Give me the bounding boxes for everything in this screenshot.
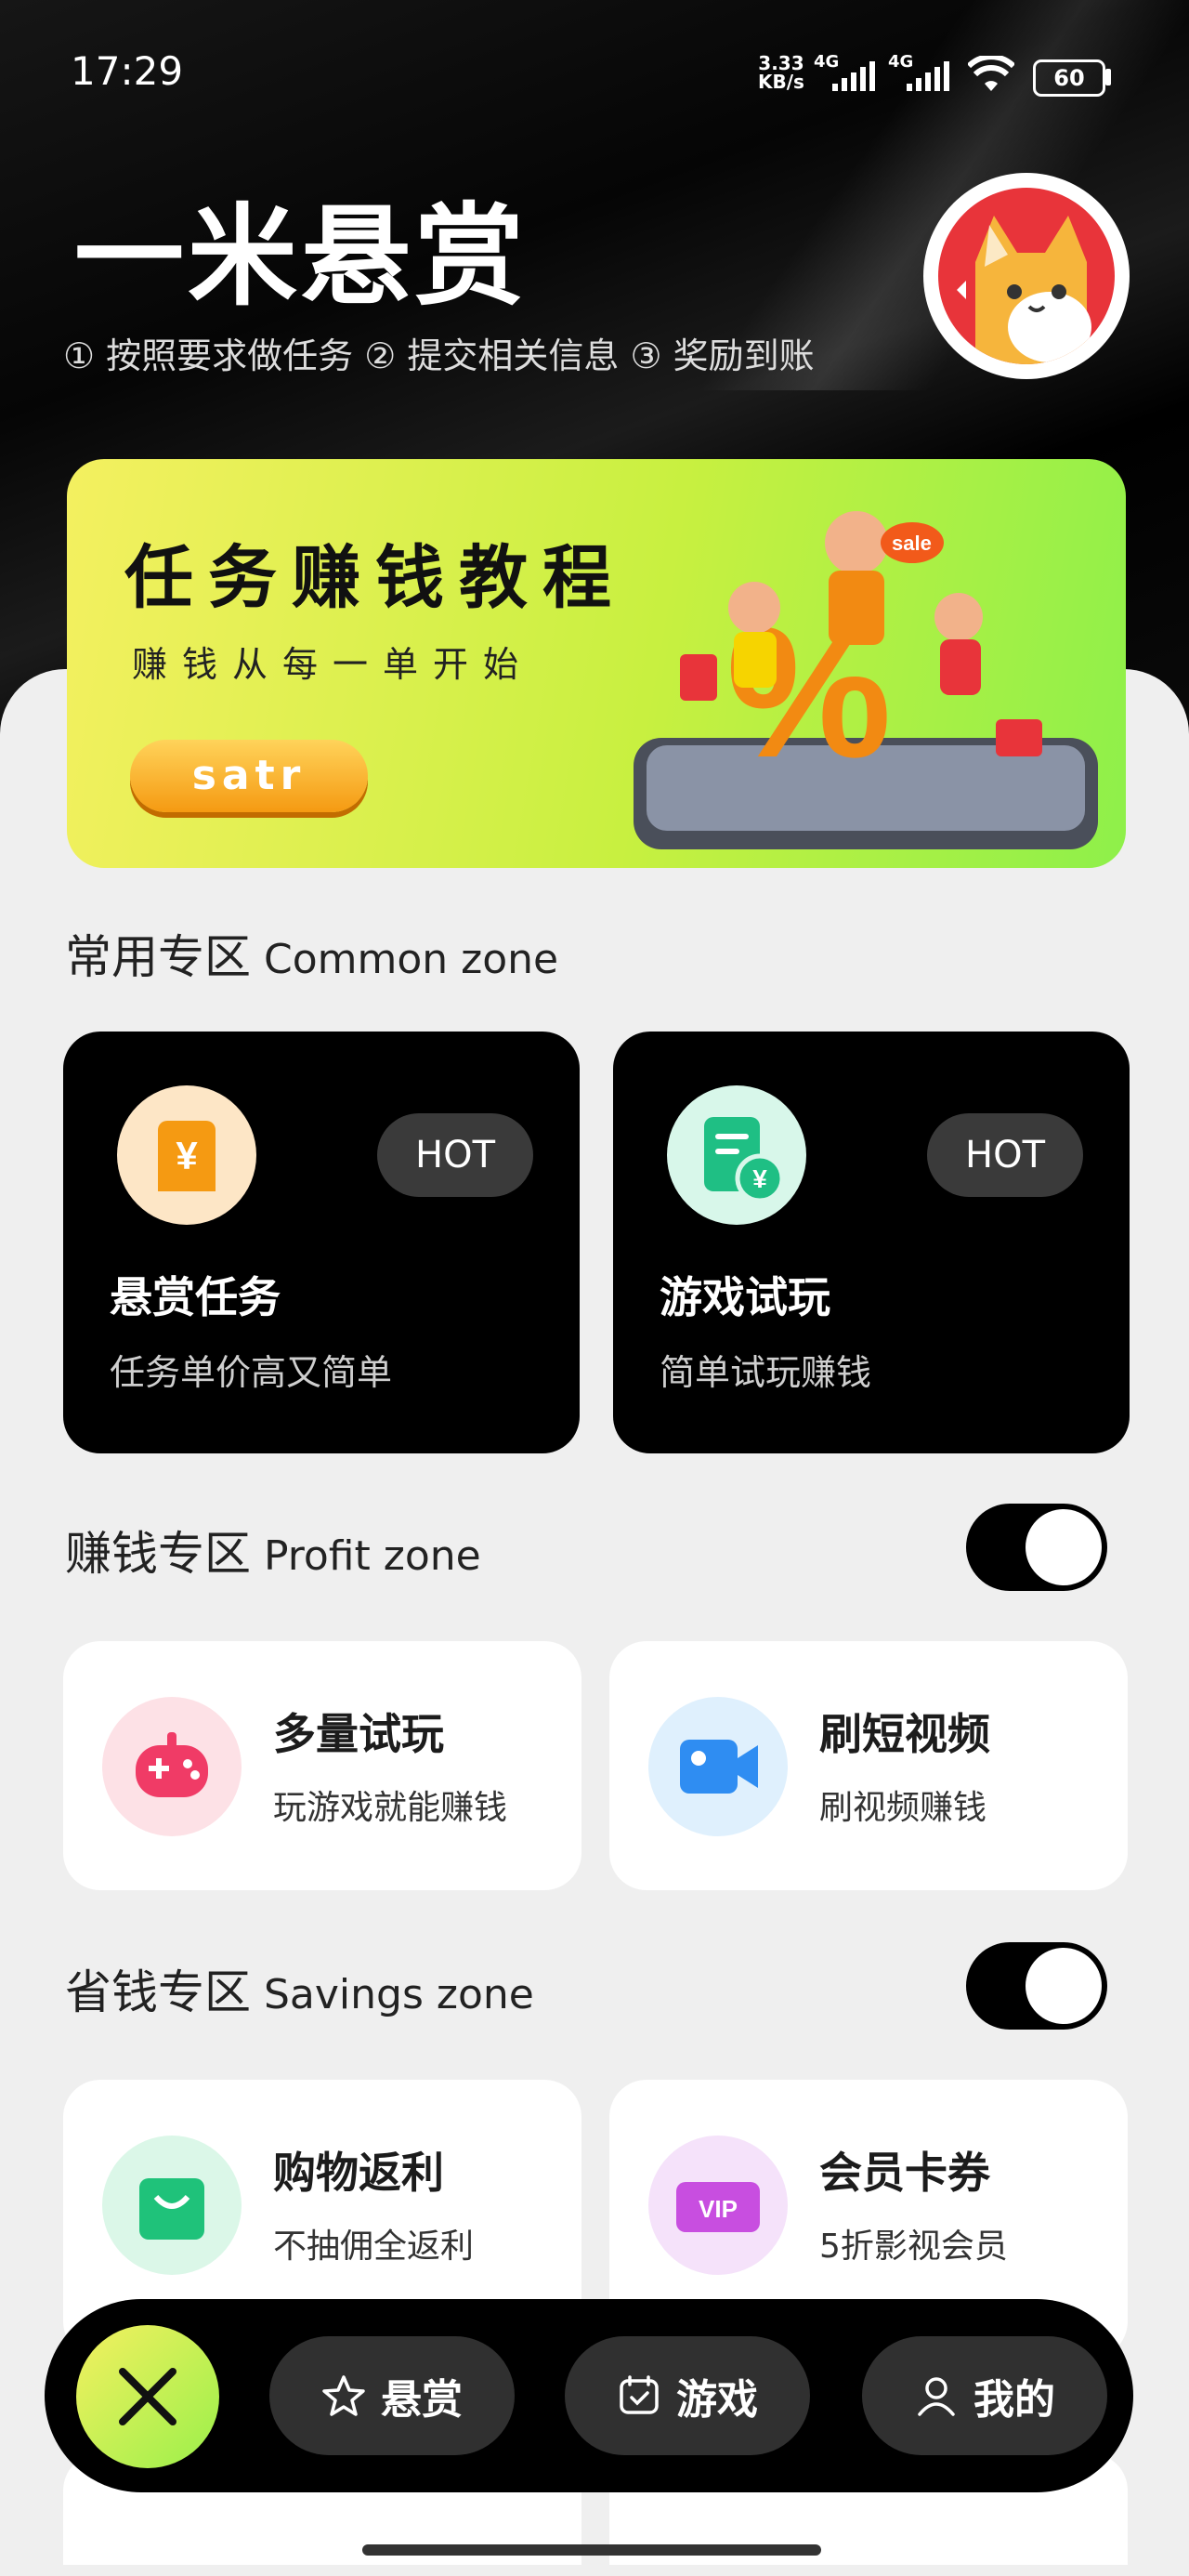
- app-title: 一米悬赏: [74, 192, 529, 321]
- receipt-yen-icon: ¥: [667, 1085, 806, 1225]
- nav-mine[interactable]: 我的: [862, 2336, 1107, 2455]
- hot-badge: HOT: [927, 1113, 1083, 1197]
- multi-trial-card[interactable]: 多量试玩 玩游戏就能赚钱: [63, 1641, 581, 1890]
- reward-task-card[interactable]: ¥ HOT 悬赏任务 任务单价高又简单: [63, 1032, 580, 1453]
- card-title: 会员卡券: [819, 2148, 990, 2198]
- game-trial-card[interactable]: ¥ HOT 游戏试玩 简单试玩赚钱: [613, 1032, 1130, 1453]
- steps-text: ① 按照要求做任务 ② 提交相关信息 ③ 奖励到账: [63, 335, 815, 376]
- hot-badge: HOT: [377, 1113, 533, 1197]
- vip-ticket-icon: VIP: [648, 2136, 788, 2275]
- card-title: 多量试玩: [273, 1709, 444, 1759]
- status-time: 17:29: [71, 48, 184, 94]
- network-speed: 3.33 KB/s: [758, 52, 804, 93]
- wifi-icon: [968, 56, 1014, 91]
- svg-text:VIP: VIP: [699, 2195, 738, 2223]
- card-subtitle: 不抽佣全返利: [273, 2228, 475, 2266]
- battery-tip: [1105, 69, 1111, 85]
- close-icon: [119, 2368, 176, 2425]
- nav-label: 我的: [973, 2376, 1055, 2424]
- card-title: 刷短视频: [819, 1709, 990, 1759]
- card-title: 悬赏任务: [110, 1272, 281, 1322]
- card-title: 游戏试玩: [660, 1272, 830, 1322]
- svg-text:sale: sale: [892, 532, 932, 555]
- profit-zone-toggle[interactable]: [966, 1504, 1107, 1591]
- short-video-card[interactable]: 刷短视频 刷视频赚钱: [609, 1641, 1128, 1890]
- banner-subtitle: 赚钱从每一单开始: [132, 644, 534, 685]
- card-title: 购物返利: [273, 2148, 444, 2198]
- card-subtitle: 任务单价高又简单: [110, 1352, 393, 1393]
- svg-text:¥: ¥: [752, 1164, 767, 1193]
- svg-text:¥: ¥: [176, 1134, 198, 1177]
- card-subtitle: 刷视频赚钱: [819, 1789, 987, 1827]
- signal-icon-1: [832, 61, 875, 91]
- cat-avatar-icon: [938, 188, 1115, 364]
- tutorial-banner[interactable]: 任务赚钱教程 赚钱从每一单开始 satr % sale: [67, 459, 1126, 868]
- savings-zone-toggle[interactable]: [966, 1942, 1107, 2030]
- gamepad-icon: [102, 1697, 242, 1836]
- shopping-bag-icon: [102, 2136, 242, 2275]
- common-zone-title: 常用专区 Common zone: [65, 930, 559, 984]
- nav-label: 悬赏: [381, 2376, 463, 2424]
- star-icon: [322, 2375, 365, 2416]
- banner-title: 任务赚钱教程: [124, 538, 626, 618]
- card-subtitle: 5折影视会员: [819, 2228, 1008, 2266]
- user-icon: [918, 2377, 955, 2416]
- calendar-check-icon: [620, 2375, 659, 2414]
- nav-label: 游戏: [676, 2376, 758, 2424]
- profit-zone-title: 赚钱专区 Profit zone: [65, 1527, 481, 1581]
- banner-start-button[interactable]: satr: [130, 740, 368, 812]
- nav-game[interactable]: 游戏: [565, 2336, 810, 2455]
- home-indicator[interactable]: [362, 2544, 821, 2556]
- video-camera-icon: [648, 1697, 788, 1836]
- card-subtitle: 简单试玩赚钱: [660, 1352, 872, 1393]
- signal-icon-2: [907, 61, 949, 91]
- nav-reward[interactable]: 悬赏: [269, 2336, 515, 2455]
- battery-icon: 60: [1033, 59, 1105, 97]
- savings-zone-title: 省钱专区 Savings zone: [65, 1965, 534, 2019]
- close-button[interactable]: [76, 2325, 219, 2468]
- yen-bag-icon: ¥: [117, 1085, 256, 1225]
- shopping-illustration-icon: % sale: [634, 511, 1098, 849]
- card-subtitle: 玩游戏就能赚钱: [273, 1789, 508, 1827]
